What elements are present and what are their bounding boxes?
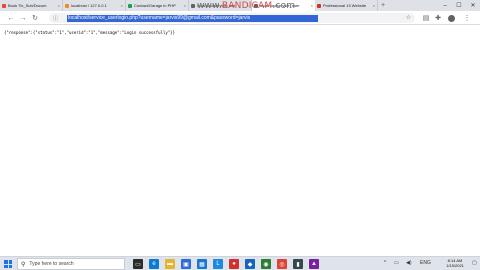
extensions-puzzle-icon[interactable]: ✚	[433, 13, 443, 23]
tab-0[interactable]: Book Tix_Sub/Docum ×	[0, 0, 63, 11]
app-blue-icon[interactable]: ◆	[245, 259, 255, 269]
bookmark-star-icon[interactable]: ☆	[406, 14, 411, 21]
notification-icon[interactable]: ▢	[472, 260, 477, 266]
address-bar[interactable]: ⓘ localhost/service_userlogin.php?userna…	[49, 13, 415, 23]
browser-menu-icon[interactable]: ⋮	[462, 13, 472, 23]
json-response-text: {"response":{"status":"1","userid":"1","…	[4, 30, 175, 35]
taskbar-search-box[interactable]: ⚲ Type here to search	[17, 258, 125, 270]
profile-avatar-icon[interactable]	[446, 13, 456, 23]
tab-favicon-icon	[191, 3, 195, 8]
extension-icon[interactable]: ▤	[421, 13, 431, 23]
tab-close-icon[interactable]: ×	[58, 3, 60, 8]
store-icon[interactable]: ▦	[197, 259, 207, 269]
maximize-button[interactable]: ☐	[452, 0, 466, 11]
tab-title: Book Tix_Sub/Docum	[8, 3, 47, 8]
search-icon: ⚲	[21, 261, 26, 268]
photos-icon[interactable]: ▣	[181, 259, 191, 269]
app-l-icon[interactable]: L	[213, 259, 223, 269]
tab-title: Contact/Garage in PHP	[134, 3, 176, 8]
back-icon[interactable]: ←	[6, 13, 16, 23]
minimize-button[interactable]: –	[438, 0, 452, 11]
tab-close-icon[interactable]: ×	[311, 3, 313, 8]
app-dark-icon[interactable]: ▮	[293, 259, 303, 269]
tab-close-icon[interactable]: ×	[184, 3, 186, 8]
taskbar-clock[interactable]: 8:14 AM 1/15/2021	[441, 258, 469, 268]
site-info-icon[interactable]: ⓘ	[53, 15, 58, 22]
tab-close-icon[interactable]: ×	[373, 3, 375, 8]
close-window-button[interactable]: ✕	[466, 0, 480, 11]
tab-favicon-icon	[317, 3, 321, 8]
app-purple-icon[interactable]: ▲	[309, 259, 319, 269]
browser-toolbar: ← → ↻ ⓘ localhost/service_userlogin.php?…	[0, 11, 480, 25]
bandicam-watermark: www.BANDICAM.com	[197, 1, 296, 11]
url-text-selected[interactable]: localhost/service_userlogin.php?username…	[67, 15, 318, 22]
clock-date: 1/15/2021	[446, 263, 464, 268]
volume-icon[interactable]: ◀)	[406, 260, 412, 266]
page-content: {"response":{"status":"1","userid":"1","…	[0, 26, 480, 256]
tab-5[interactable]: Professional 13 Website ×	[315, 0, 378, 11]
reload-icon[interactable]: ↻	[30, 13, 40, 23]
edge-icon[interactable]: e	[149, 259, 159, 269]
chrome-icon[interactable]: ◎	[277, 259, 287, 269]
language-icon[interactable]: ENG	[420, 260, 431, 266]
network-icon[interactable]: ▭	[394, 260, 399, 266]
file-explorer-icon[interactable]: ▬	[165, 259, 175, 269]
new-tab-button[interactable]: +	[378, 0, 388, 11]
tab-favicon-icon	[128, 3, 132, 8]
tab-title: localhost / 127.0.0.1	[71, 3, 107, 8]
app-green-icon[interactable]: ◉	[261, 259, 271, 269]
tray-chevron-icon[interactable]: ^	[384, 260, 386, 266]
start-button-windows-icon[interactable]	[4, 260, 12, 268]
search-placeholder: Type here to search	[29, 261, 74, 267]
tab-2[interactable]: Contact/Garage in PHP ×	[126, 0, 189, 11]
task-view-icon[interactable]: ▭	[133, 259, 143, 269]
windows-taskbar: ⚲ Type here to search ▭ e ▬ ▣ ▦ L ● ◆ ◉ ◎ ▮ ▲ ^ ▭ ◀…	[0, 256, 480, 270]
tab-1[interactable]: localhost / 127.0.0.1 ×	[63, 0, 126, 11]
forward-icon[interactable]: →	[18, 13, 28, 23]
tab-favicon-icon	[2, 3, 6, 8]
tab-close-icon[interactable]: ×	[121, 3, 123, 8]
tab-title: Professional 13 Website	[323, 3, 367, 8]
tab-favicon-icon	[65, 3, 69, 8]
app-red-icon[interactable]: ●	[229, 259, 239, 269]
